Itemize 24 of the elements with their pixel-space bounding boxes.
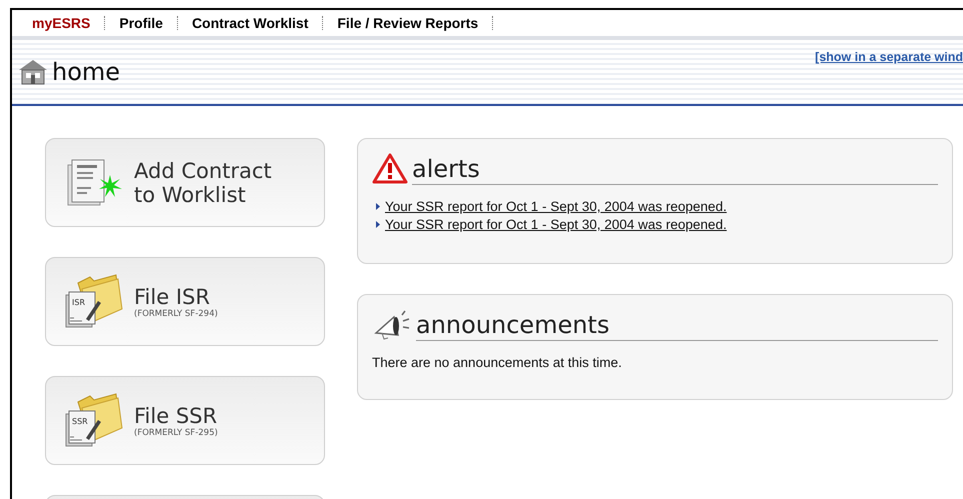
- alert-link[interactable]: Your SSR report for Oct 1 - Sept 30, 2004 was reopened.: [385, 199, 727, 214]
- nav-tab[interactable]: myESRS: [32, 16, 106, 30]
- action-card[interactable]: Add Contract to Worklist: [45, 138, 325, 227]
- separate-window-link[interactable]: [show in a separate wind: [815, 50, 963, 104]
- alert-link[interactable]: Your SSR report for Oct 1 - Sept 30, 2004 was reopened.: [385, 217, 727, 232]
- nav-tab[interactable]: Profile: [119, 16, 178, 30]
- warning-icon: [372, 153, 408, 185]
- bullet-icon: [376, 203, 380, 210]
- announcement-message: There are no announcements at this time.: [372, 355, 623, 370]
- card-subtitle: (FORMERLY SF-294): [134, 308, 219, 318]
- bullet-icon: [376, 221, 380, 228]
- house-icon: [18, 58, 48, 86]
- panel-title: announcements: [416, 310, 938, 341]
- action-card[interactable]: ISR File ISR (FORMERLY SF-294): [45, 257, 325, 346]
- card-title: File SSR: [134, 404, 218, 428]
- page-title: home: [52, 58, 120, 86]
- card-title: Add Contract to Worklist: [134, 158, 273, 206]
- nav-tab[interactable]: File / Review Reports: [337, 16, 494, 30]
- megaphone-icon: [372, 309, 412, 341]
- card-title: File ISR: [134, 284, 211, 308]
- nav-tab[interactable]: Contract Worklist: [192, 16, 324, 30]
- panel-title: alerts: [412, 154, 938, 185]
- action-card[interactable]: SSR File SSR (FORMERLY SF-295): [45, 376, 325, 465]
- card-subtitle: (FORMERLY SF-295): [134, 428, 219, 438]
